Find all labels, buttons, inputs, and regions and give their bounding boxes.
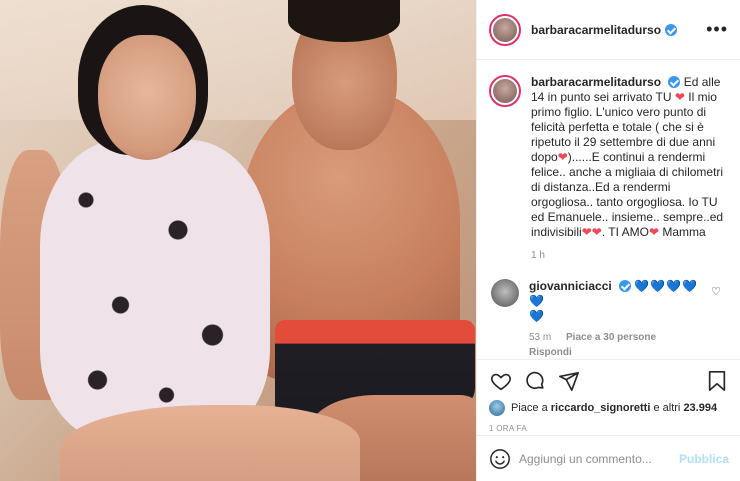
comment-likes[interactable]: Piace a 30 persone: [566, 332, 656, 343]
comment-input[interactable]: [519, 451, 669, 466]
comment-meta: 53 m Piace a 30 persone: [529, 332, 729, 343]
liked-by-suffix: e altri: [653, 402, 681, 414]
photo-woman-face: [98, 35, 196, 160]
author-username[interactable]: barbaracarmelitadurso: [531, 23, 661, 37]
liked-by-user[interactable]: riccardo_signoretti: [551, 402, 651, 414]
comment-avatar[interactable]: [491, 279, 519, 307]
bookmark-icon[interactable]: [705, 369, 729, 393]
caption-part-4: . TI AMO: [601, 225, 649, 239]
comment-item: giovanniciacci 💙💙💙💙💙 💙 ♡: [489, 279, 729, 324]
post-side-panel: barbaracarmelitadurso ••• barbaracarmeli…: [476, 0, 740, 481]
reply-button[interactable]: Rispondi: [529, 347, 729, 358]
red-heart-icon: ❤: [557, 150, 568, 164]
caption-part-5: Mamma: [662, 225, 706, 239]
post-time: 1 ORA FA: [489, 424, 527, 433]
red-heart-icon: ❤: [648, 225, 659, 239]
comment-time: 53 m: [529, 332, 552, 343]
verified-icon: [665, 23, 678, 36]
add-comment-bar: Pubblica: [477, 435, 740, 481]
post-actions: Piace a riccardo_signoretti e altri 23.9…: [477, 359, 740, 481]
liked-by: Piace a riccardo_signoretti e altri 23.9…: [477, 396, 740, 416]
share-icon[interactable]: [557, 369, 581, 393]
liker-avatar[interactable]: [489, 400, 505, 416]
red-heart-icon: ❤: [674, 90, 685, 104]
verified-icon: [619, 280, 632, 292]
photo-swimsuit: [40, 140, 270, 440]
post-header: barbaracarmelitadurso •••: [477, 0, 740, 60]
comment-text: giovanniciacci 💙💙💙💙💙 💙: [529, 279, 709, 324]
caption-username[interactable]: barbaracarmelitadurso: [531, 75, 661, 89]
heart-icon[interactable]: [489, 369, 513, 393]
caption-text: barbaracarmelitadurso Ed alle 14 in punt…: [531, 75, 729, 240]
caption-time: 1 h: [531, 250, 545, 261]
red-heart-icon: ❤: [581, 225, 592, 239]
post-photo[interactable]: [0, 0, 476, 481]
author-avatar[interactable]: [489, 13, 521, 46]
photo-man-hair: [288, 0, 400, 42]
publish-button[interactable]: Pubblica: [679, 452, 729, 466]
comment-username[interactable]: giovanniciacci: [529, 279, 612, 293]
caption: barbaracarmelitadurso Ed alle 14 in punt…: [489, 75, 729, 240]
photo-sand: [0, 0, 476, 120]
liked-by-prefix: Piace a: [511, 402, 548, 414]
red-heart-icon: ❤: [591, 225, 602, 239]
instagram-post: barbaracarmelitadurso ••• barbaracarmeli…: [0, 0, 740, 481]
blue-heart: 💙: [529, 309, 545, 323]
likes-count[interactable]: 23.994: [683, 402, 717, 414]
caption-avatar[interactable]: [489, 75, 521, 107]
emoji-icon[interactable]: [489, 448, 511, 470]
more-options-icon[interactable]: •••: [706, 19, 728, 40]
comments-area[interactable]: barbaracarmelitadurso Ed alle 14 in punt…: [477, 61, 740, 359]
action-row: [477, 360, 740, 396]
comment-icon[interactable]: [523, 369, 547, 393]
comment-like-icon[interactable]: ♡: [711, 285, 721, 298]
verified-icon: [668, 76, 681, 88]
